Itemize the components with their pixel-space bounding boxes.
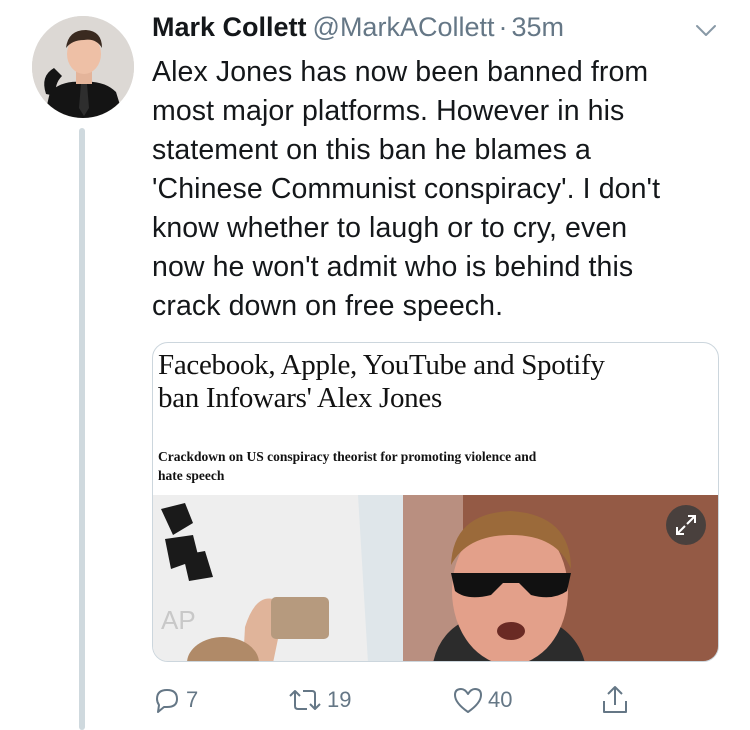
card-subheadline-line: Crackdown on US conspiracy theorist for … (158, 449, 537, 464)
card-headline-line: Facebook, Apple, YouTube and Spotify (158, 349, 605, 381)
retweet-icon (289, 690, 321, 710)
news-photo-image: AP (153, 495, 718, 661)
tweet-text-line: now he won't admit who is behind this (152, 251, 634, 283)
tweet-text-line: crack down on free speech. (152, 290, 504, 322)
caret-down-icon[interactable] (692, 18, 720, 42)
card-subheadline: Crackdown on US conspiracy theorist for … (158, 447, 678, 485)
share-button[interactable] (600, 680, 630, 720)
retweet-button[interactable]: 19 (287, 680, 351, 720)
tweet-text-line: Alex Jones has now been banned from (152, 56, 649, 88)
share-icon (603, 686, 627, 713)
card-headline: Facebook, Apple, YouTube and Spotify ban… (158, 349, 714, 415)
retweet-count: 19 (327, 687, 352, 712)
expand-icon (676, 515, 696, 535)
reply-button[interactable]: 7 (152, 680, 198, 720)
like-button[interactable]: 40 (452, 680, 512, 720)
expand-button[interactable] (666, 505, 706, 545)
card-headline-line: ban Infowars' Alex Jones (158, 382, 442, 414)
like-count: 40 (488, 687, 513, 712)
avatar[interactable] (32, 16, 134, 118)
separator-dot: · (498, 12, 508, 42)
tweet-text-line: statement on this ban he blames a (152, 134, 591, 166)
reply-count: 7 (186, 687, 199, 712)
avatar-image (32, 16, 134, 118)
tweet-actions: 7 19 40 (152, 680, 652, 720)
tweet-text-line: most major platforms. However in his (152, 95, 625, 127)
attached-image-card[interactable]: Facebook, Apple, YouTube and Spotify ban… (152, 342, 719, 662)
svg-text:AP: AP (161, 605, 196, 635)
author-name[interactable]: Mark Collett (152, 12, 307, 42)
reply-icon (156, 689, 178, 713)
tweet-time[interactable]: 35m (511, 12, 564, 42)
thread-line (79, 128, 85, 730)
author-handle[interactable]: @MarkACollett (313, 12, 495, 42)
like-icon (454, 688, 482, 713)
tweet-text-line: know whether to laugh or to cry, even (152, 212, 628, 244)
card-subheadline-line: hate speech (158, 468, 225, 483)
tweet-text: Alex Jones has now been banned from most… (152, 53, 727, 326)
tweet-text-line: 'Chinese Communist conspiracy'. I don't (152, 173, 661, 205)
tweet-header: Mark Collett @MarkACollett · 35m (152, 12, 720, 48)
news-photo: AP (153, 495, 718, 661)
